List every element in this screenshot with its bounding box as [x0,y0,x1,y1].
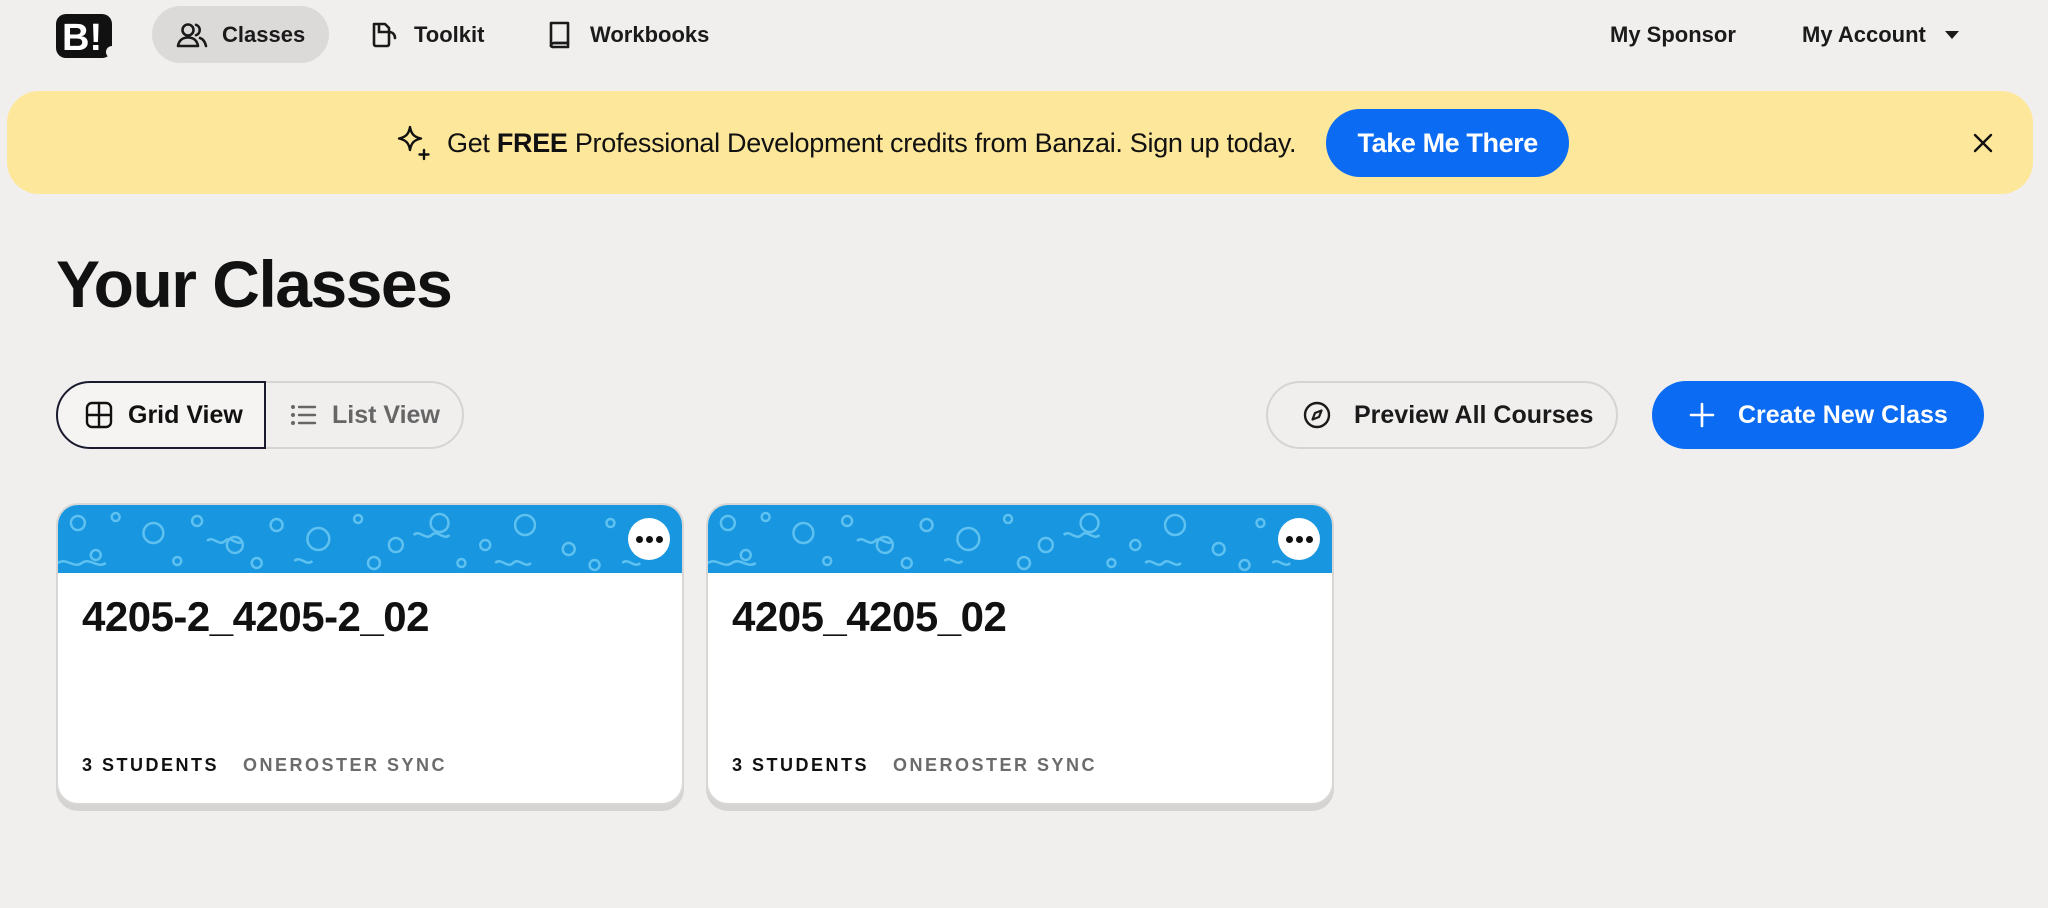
my-account-label: My Account [1802,21,1926,47]
book-icon [549,21,570,48]
grid-icon [85,401,113,429]
student-count: 3 STUDENTS [732,755,870,775]
take-me-there-button[interactable]: Take Me There [1326,109,1570,177]
caret-down-icon [1944,30,1959,39]
more-dot [645,535,653,543]
nav-toolkit[interactable]: Toolkit [344,6,508,63]
class-meta: 3 STUDENTS ONEROSTER SYNC [732,755,1097,776]
banner-message: Get FREE Professional Development credit… [447,127,1297,159]
banner-text-pre: Get [447,127,497,158]
nav-classes[interactable]: Classes [152,6,330,63]
more-dot [1295,535,1303,543]
logo-icon: B! [56,14,118,59]
class-card[interactable]: 4205-2_4205-2_02 3 STUDENTS ONEROSTER SY… [56,503,684,805]
create-new-class-button[interactable]: Create New Class [1652,381,1984,449]
nav-my-sponsor[interactable]: My Sponsor [1610,6,1736,63]
class-name: 4205-2_4205-2_02 [82,593,430,640]
card-pattern-banner [708,505,1332,573]
more-dot [635,535,643,543]
list-view-button[interactable]: List View [288,381,440,449]
list-icon [291,405,317,425]
plus-icon [1689,402,1715,428]
banner-content: Get FREE Professional Development credit… [393,109,1570,177]
more-dot [655,535,663,543]
create-new-class-label: Create New Class [1738,400,1948,429]
more-dot [1305,535,1313,543]
more-dot [1285,535,1293,543]
preview-all-courses-button[interactable]: Preview All Courses [1266,381,1618,449]
sync-source: ONEROSTER SYNC [893,755,1098,775]
page-title: Your Classes [56,247,453,321]
view-toggle: Grid View List View [56,381,464,449]
compass-icon [1303,401,1331,429]
svg-text:B!: B! [62,17,102,59]
top-nav: B! Classes Toolkit Workbooks My Sponsor … [0,0,2048,72]
sparkle-icon [397,125,430,161]
list-view-label: List View [332,400,440,429]
doodle-pattern [58,511,660,572]
class-meta: 3 STUDENTS ONEROSTER SYNC [82,755,447,776]
banzai-logo[interactable]: B! [56,10,120,60]
users-icon [176,22,208,47]
student-count: 3 STUDENTS [82,755,220,775]
nav-classes-label: Classes [222,21,306,47]
banner-text-free: FREE [496,127,568,158]
class-card[interactable]: 4205_4205_02 3 STUDENTS ONEROSTER SYNC [706,503,1334,805]
nav-my-account[interactable]: My Account [1802,6,1960,63]
close-icon[interactable] [1969,129,1997,157]
card-more-options-button[interactable] [628,518,670,560]
grid-view-label: Grid View [128,400,243,429]
grid-view-button[interactable]: Grid View [56,381,266,449]
preview-all-courses-label: Preview All Courses [1354,400,1594,429]
nav-workbooks[interactable]: Workbooks [520,6,733,63]
class-name: 4205_4205_02 [732,593,1007,640]
nav-toolkit-label: Toolkit [414,21,485,47]
toolkit-icon [372,22,397,47]
promo-banner: Get FREE Professional Development credit… [7,91,2033,194]
card-more-options-button[interactable] [1278,518,1320,560]
nav-workbooks-label: Workbooks [590,21,710,47]
card-pattern-banner [58,505,682,573]
doodle-pattern [708,511,1310,572]
my-sponsor-label: My Sponsor [1610,21,1736,47]
banner-text-post: Professional Development credits from Ba… [567,127,1297,158]
sync-source: ONEROSTER SYNC [243,755,448,775]
